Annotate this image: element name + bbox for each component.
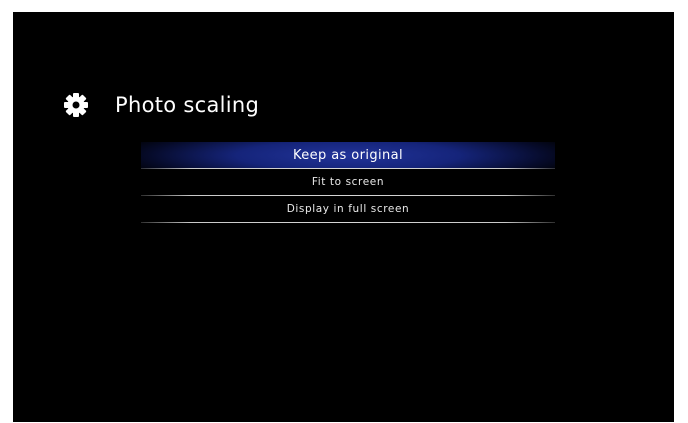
scaling-options-menu: Keep as original Fit to screen Display i… — [141, 142, 555, 223]
settings-header: Photo scaling — [63, 90, 259, 120]
menu-item-display-in-full-screen[interactable]: Display in full screen — [141, 196, 555, 223]
menu-item-keep-as-original[interactable]: Keep as original — [141, 142, 555, 169]
page-title: Photo scaling — [115, 93, 260, 117]
menu-item-fit-to-screen[interactable]: Fit to screen — [141, 169, 555, 196]
gear-icon — [63, 92, 89, 118]
tv-screen: Photo scaling Keep as original Fit to sc… — [13, 12, 674, 422]
